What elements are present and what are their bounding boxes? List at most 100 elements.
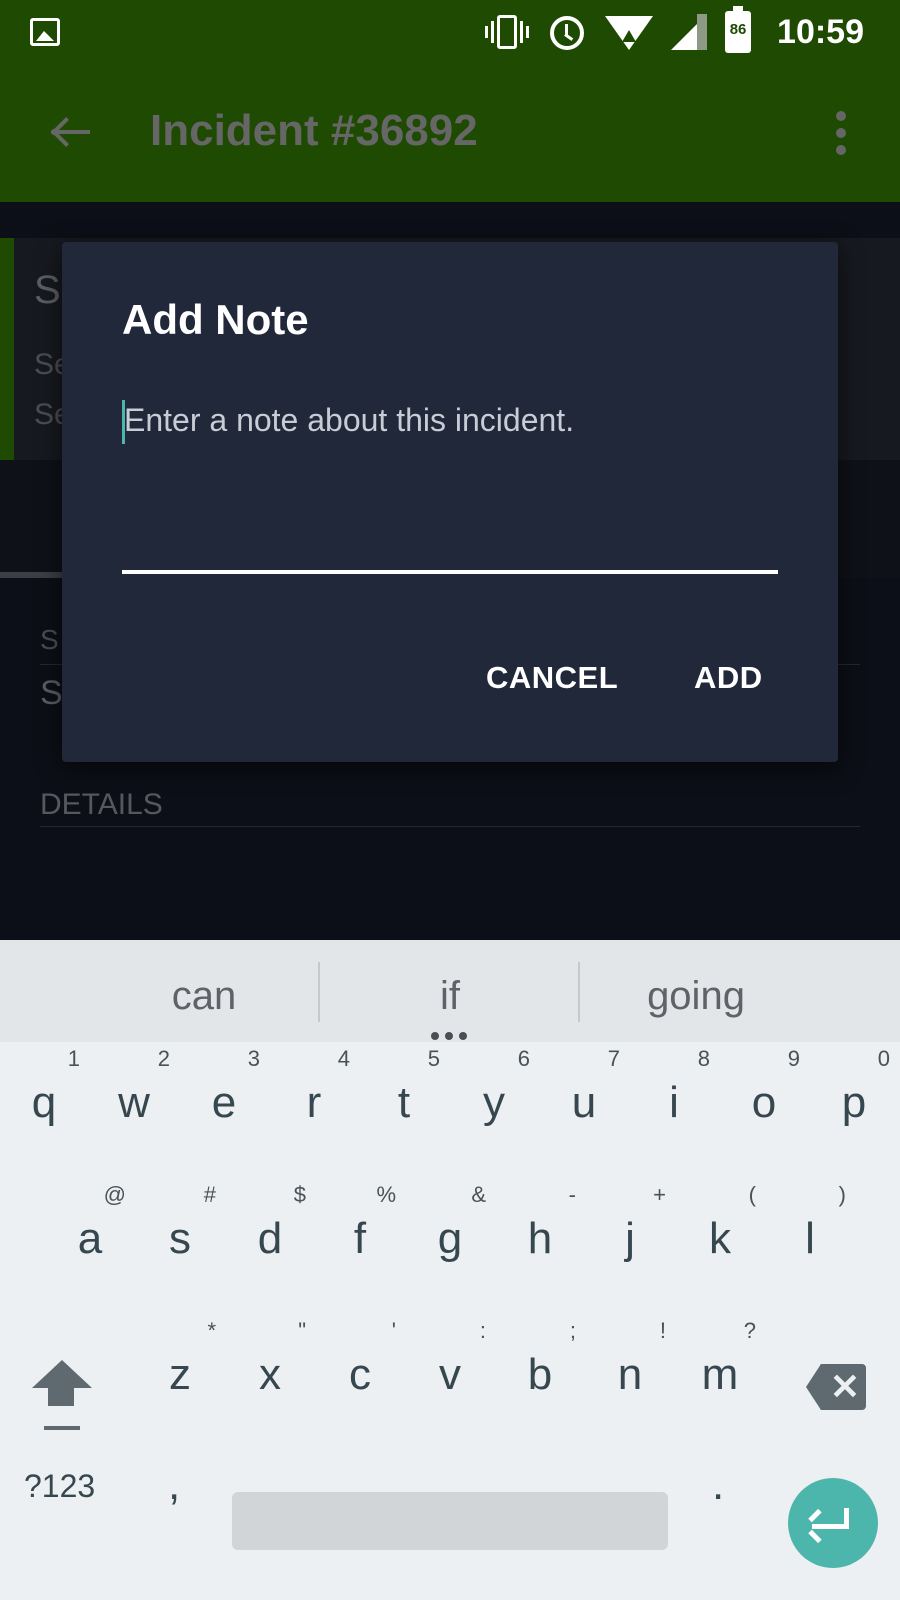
suggestion-if[interactable]: if [350, 974, 550, 1019]
key-hint: 9 [787, 1046, 800, 1071]
key-label: v [439, 1350, 461, 1399]
key-label: k [709, 1214, 731, 1263]
dialog-title: Add Note [122, 296, 309, 343]
key-hint: ! [659, 1318, 666, 1343]
key-hint: 7 [607, 1046, 620, 1071]
key-hint: : [479, 1318, 486, 1343]
key-j[interactable]: + j [586, 1178, 674, 1298]
key-hint: 6 [517, 1046, 530, 1071]
key-hint: 0 [877, 1046, 890, 1071]
suggestion-divider [318, 962, 320, 1022]
key-p[interactable]: 0p [810, 1042, 898, 1162]
key-k[interactable]: (k [676, 1178, 764, 1298]
incident-summary-title: S [34, 268, 61, 312]
key-d[interactable]: $ d [226, 1178, 314, 1298]
details-section-label: DETAILS [40, 788, 163, 821]
enter-key[interactable] [788, 1478, 878, 1568]
key-hint: ' [391, 1318, 396, 1343]
key-u[interactable]: 7u [540, 1042, 628, 1162]
period-key[interactable]: . [712, 1460, 724, 1510]
key-label: x [259, 1350, 281, 1399]
image-notification-icon [30, 18, 60, 46]
key-e[interactable]: 3e [180, 1042, 268, 1162]
key-label: e [211, 1078, 237, 1127]
key-hint: ? [743, 1318, 756, 1343]
space-key[interactable] [232, 1492, 668, 1550]
key-hint: ) [838, 1182, 846, 1207]
key-hint: $ [293, 1182, 306, 1207]
key-label: b [527, 1350, 553, 1399]
key-hint: 4 [337, 1046, 350, 1071]
key-label: w [118, 1078, 150, 1127]
app-toolbar: Incident #36892 [0, 64, 900, 202]
suggestion-divider [578, 962, 580, 1022]
status-bar: 86 10:59 [0, 0, 900, 64]
key-hint: 3 [247, 1046, 260, 1071]
key-r[interactable]: 4r [270, 1042, 358, 1162]
more-options-icon[interactable] [834, 111, 848, 155]
key-hint: + [653, 1182, 666, 1207]
vibrate-icon [485, 12, 530, 52]
key-label: z [169, 1350, 191, 1399]
key-label: c [349, 1350, 371, 1399]
key-m[interactable]: ? m [676, 1314, 764, 1434]
key-s[interactable]: # s [136, 1178, 224, 1298]
key-a[interactable]: @ a [46, 1178, 134, 1298]
key-b[interactable]: ; b [496, 1314, 584, 1434]
key-hint: 5 [427, 1046, 440, 1071]
key-label: o [751, 1078, 777, 1127]
key-label: r [306, 1078, 322, 1127]
battery-icon: 86 [725, 6, 752, 53]
divider [40, 826, 860, 827]
soft-keyboard: can if going 1q2w3e4r5t6y7u8i9o0p @ a # s $ d… [0, 940, 900, 1600]
key-i[interactable]: 8i [630, 1042, 718, 1162]
key-n[interactable]: ! n [586, 1314, 674, 1434]
key-label: i [669, 1078, 679, 1127]
key-f[interactable]: % f [316, 1178, 404, 1298]
key-t[interactable]: 5t [360, 1042, 448, 1162]
key-label: t [397, 1078, 411, 1127]
key-g[interactable]: & g [406, 1178, 494, 1298]
background-band [0, 202, 900, 238]
key-hint: % [376, 1182, 396, 1207]
key-label: u [571, 1078, 597, 1127]
key-y[interactable]: 6y [450, 1042, 538, 1162]
symbols-key[interactable]: ?123 [24, 1468, 95, 1505]
key-hint: ( [748, 1182, 756, 1207]
section-value: S [40, 674, 63, 712]
suggestion-going[interactable]: going [596, 974, 796, 1019]
backspace-key[interactable]: ✕ [806, 1364, 866, 1410]
back-arrow-icon[interactable] [48, 112, 92, 152]
add-button[interactable]: ADD [694, 660, 763, 696]
key-q[interactable]: 1q [0, 1042, 88, 1162]
key-label: p [841, 1078, 867, 1127]
key-hint: # [203, 1182, 216, 1207]
shift-key[interactable] [30, 1360, 94, 1450]
more-suggestions-icon[interactable] [431, 1032, 471, 1040]
key-label: d [257, 1214, 283, 1263]
key-x[interactable]: " x [226, 1314, 314, 1434]
key-hint: @ [103, 1182, 126, 1207]
cancel-button[interactable]: CANCEL [486, 660, 618, 696]
key-label: a [77, 1214, 103, 1263]
section-label: S [40, 624, 59, 655]
key-l[interactable]: ) l [766, 1178, 854, 1298]
key-w[interactable]: 2w [90, 1042, 178, 1162]
key-label: g [437, 1214, 463, 1263]
key-c[interactable]: ' c [316, 1314, 404, 1434]
key-label: y [483, 1078, 505, 1127]
key-z[interactable]: * z [136, 1314, 224, 1434]
alarm-icon [547, 12, 587, 52]
note-placeholder: Enter a note about this incident. [124, 402, 575, 438]
key-o[interactable]: 9o [720, 1042, 808, 1162]
toolbar-title: Incident #36892 [150, 106, 478, 155]
comma-key[interactable]: , [168, 1460, 180, 1510]
key-hint: 1 [67, 1046, 80, 1071]
note-input[interactable]: Enter a note about this incident. [122, 392, 778, 576]
key-h[interactable]: -h [496, 1178, 584, 1298]
key-label: s [169, 1214, 191, 1263]
key-v[interactable]: :v [406, 1314, 494, 1434]
key-hint: 2 [157, 1046, 170, 1071]
key-hint: ; [569, 1318, 576, 1343]
suggestion-can[interactable]: can [104, 974, 304, 1019]
